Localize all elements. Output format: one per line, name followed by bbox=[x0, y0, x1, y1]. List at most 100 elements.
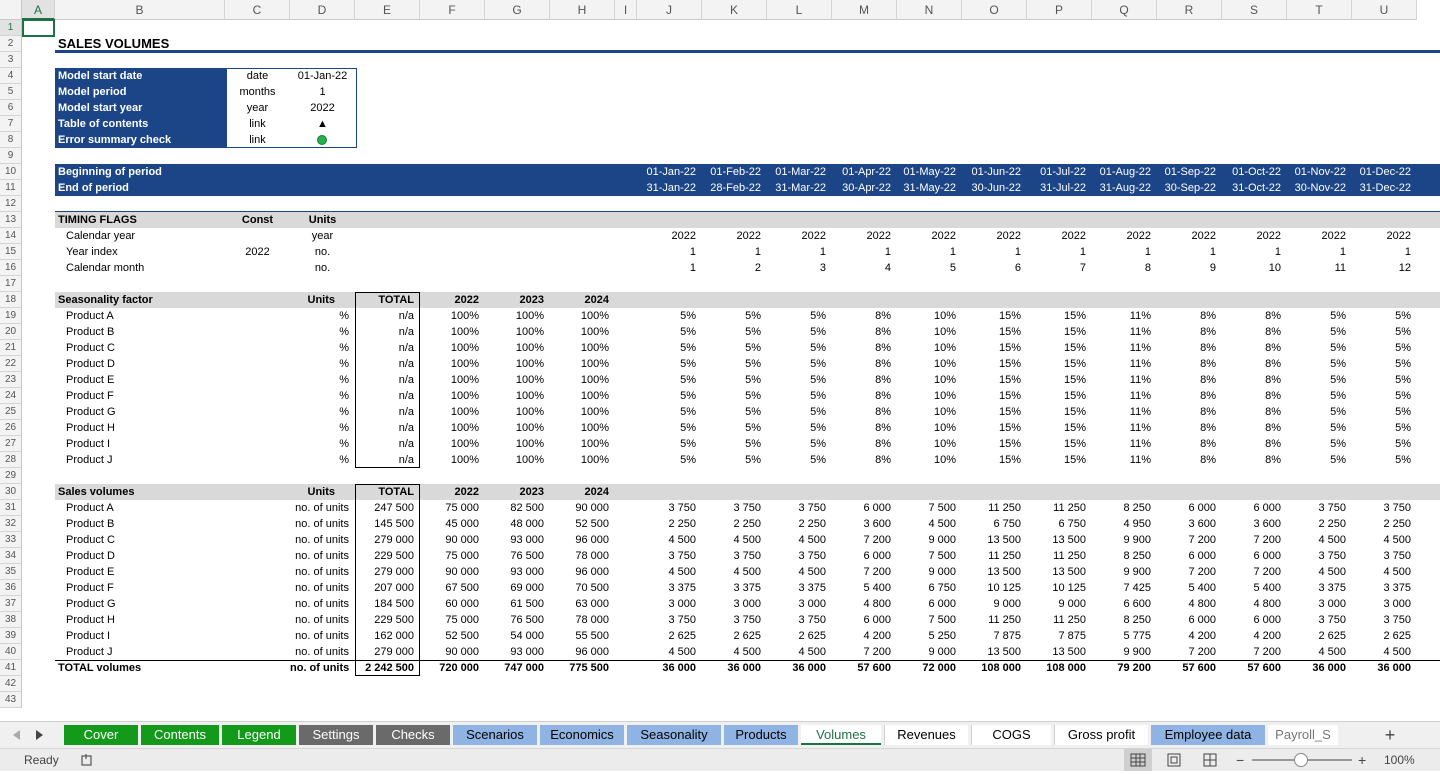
volumes-month-value[interactable]: 4 800 bbox=[832, 596, 897, 612]
volumes-month-value[interactable]: 7 200 bbox=[1157, 532, 1222, 548]
volumes-row-unit[interactable]: no. of units bbox=[290, 628, 355, 644]
volumes-month-value[interactable]: 9 900 bbox=[1092, 564, 1157, 580]
row-header[interactable]: 18 bbox=[0, 292, 22, 308]
seasonality-month-value[interactable]: 8% bbox=[1157, 420, 1222, 436]
volumes-month-value[interactable]: 7 500 bbox=[897, 500, 962, 516]
seasonality-month-value[interactable]: 15% bbox=[962, 340, 1027, 356]
volumes-month-value[interactable]: 6 000 bbox=[1222, 548, 1287, 564]
seasonality-row-label[interactable]: Product F bbox=[55, 388, 225, 404]
volumes-month-value[interactable]: 4 500 bbox=[702, 532, 767, 548]
volumes-header[interactable]: Sales volumes bbox=[55, 484, 225, 500]
seasonality-month-value[interactable]: 8% bbox=[1157, 356, 1222, 372]
volumes-month-value[interactable]: 2 250 bbox=[1352, 516, 1417, 532]
timing-value[interactable]: 1 bbox=[1092, 244, 1157, 260]
volumes-month-value[interactable]: 13 500 bbox=[1027, 564, 1092, 580]
seasonality-row-label[interactable]: Product A bbox=[55, 308, 225, 324]
volumes-month-value[interactable]: 7 500 bbox=[897, 612, 962, 628]
column-header[interactable]: T bbox=[1287, 0, 1352, 20]
volumes-year-value[interactable]: 93 000 bbox=[485, 532, 550, 548]
sheet-tab-payroll-s[interactable]: Payroll_S bbox=[1268, 725, 1338, 745]
seasonality-month-value[interactable]: 5% bbox=[767, 420, 832, 436]
volumes-units-header[interactable]: Units bbox=[290, 484, 355, 500]
row-header[interactable]: 16 bbox=[0, 260, 22, 276]
volumes-totals-month[interactable]: 36 000 bbox=[1352, 660, 1417, 676]
volumes-row-unit[interactable]: no. of units bbox=[290, 564, 355, 580]
seasonality-year-header[interactable]: 2024 bbox=[550, 292, 615, 308]
volumes-year-value[interactable]: 82 500 bbox=[485, 500, 550, 516]
volumes-month-value[interactable]: 4 500 bbox=[897, 516, 962, 532]
volumes-row-unit[interactable]: no. of units bbox=[290, 580, 355, 596]
column-header[interactable]: D bbox=[290, 0, 355, 20]
seasonality-month-value[interactable]: 5% bbox=[767, 436, 832, 452]
timing-value[interactable]: 3 bbox=[767, 260, 832, 276]
scroll-tabs-left-icon[interactable] bbox=[10, 727, 22, 743]
timing-value[interactable]: 11 bbox=[1287, 260, 1352, 276]
volumes-year-value[interactable]: 69 000 bbox=[485, 580, 550, 596]
volumes-year-header[interactable]: 2024 bbox=[550, 484, 615, 500]
seasonality-year-value[interactable]: 100% bbox=[420, 404, 485, 420]
volumes-month-value[interactable]: 6 000 bbox=[1222, 500, 1287, 516]
info-unit[interactable]: link bbox=[225, 132, 290, 148]
column-header[interactable]: R bbox=[1157, 0, 1222, 20]
volumes-year-value[interactable]: 60 000 bbox=[420, 596, 485, 612]
period-end-date[interactable]: 31-Aug-22 bbox=[1092, 180, 1157, 196]
volumes-month-value[interactable]: 2 250 bbox=[637, 516, 702, 532]
row-header[interactable]: 32 bbox=[0, 516, 22, 532]
column-header[interactable]: L bbox=[767, 0, 832, 20]
seasonality-year-value[interactable]: 100% bbox=[420, 308, 485, 324]
timing-value[interactable]: 8 bbox=[1092, 260, 1157, 276]
sheet-tab-legend[interactable]: Legend bbox=[222, 725, 296, 745]
timing-row-label[interactable]: Calendar month bbox=[55, 260, 225, 276]
seasonality-month-value[interactable]: 10% bbox=[897, 404, 962, 420]
volumes-row-label[interactable]: Product F bbox=[55, 580, 225, 596]
volumes-totals-month[interactable]: 36 000 bbox=[702, 660, 767, 676]
seasonality-month-value[interactable]: 5% bbox=[637, 436, 702, 452]
seasonality-year-value[interactable]: 100% bbox=[485, 436, 550, 452]
volumes-row-total[interactable]: 279 000 bbox=[355, 532, 420, 548]
volumes-year-value[interactable]: 96 000 bbox=[550, 564, 615, 580]
volumes-month-value[interactable]: 6 000 bbox=[1157, 548, 1222, 564]
volumes-month-value[interactable]: 4 500 bbox=[767, 564, 832, 580]
volumes-month-value[interactable]: 13 500 bbox=[1027, 532, 1092, 548]
seasonality-month-value[interactable]: 5% bbox=[1287, 356, 1352, 372]
seasonality-year-value[interactable]: 100% bbox=[485, 372, 550, 388]
period-begin-date[interactable]: 01-Mar-22 bbox=[767, 164, 832, 180]
volumes-month-value[interactable]: 7 875 bbox=[962, 628, 1027, 644]
info-label[interactable]: Model start date bbox=[55, 68, 227, 84]
timing-value[interactable]: 1 bbox=[767, 244, 832, 260]
seasonality-month-value[interactable]: 8% bbox=[1157, 404, 1222, 420]
seasonality-month-value[interactable]: 15% bbox=[962, 420, 1027, 436]
row-header[interactable]: 34 bbox=[0, 548, 22, 564]
timing-value[interactable]: 2022 bbox=[702, 228, 767, 244]
spreadsheet-grid[interactable]: A B C D E F G H I J K L M N O P Q R S T U 1 2 3 4 5 6 7 8 9 10 11 12 13 14… bbox=[0, 0, 1440, 721]
seasonality-row-total[interactable]: n/a bbox=[355, 340, 420, 356]
timing-value[interactable]: 6 bbox=[962, 260, 1027, 276]
volumes-month-value[interactable]: 3 000 bbox=[1352, 596, 1417, 612]
volumes-month-value[interactable]: 9 000 bbox=[897, 564, 962, 580]
volumes-month-value[interactable]: 6 600 bbox=[1092, 596, 1157, 612]
timing-value[interactable]: 4 bbox=[832, 260, 897, 276]
period-end-date[interactable]: 30-Apr-22 bbox=[832, 180, 897, 196]
timing-value[interactable]: 2022 bbox=[1222, 228, 1287, 244]
seasonality-row-total[interactable]: n/a bbox=[355, 452, 420, 468]
select-all-corner[interactable] bbox=[0, 0, 22, 20]
volumes-row-total[interactable]: 207 000 bbox=[355, 580, 420, 596]
info-unit[interactable]: months bbox=[225, 84, 290, 100]
volumes-year-value[interactable]: 75 000 bbox=[420, 548, 485, 564]
seasonality-month-value[interactable]: 8% bbox=[1222, 404, 1287, 420]
volumes-month-value[interactable]: 6 000 bbox=[832, 612, 897, 628]
seasonality-row-unit[interactable]: % bbox=[290, 308, 355, 324]
seasonality-month-value[interactable]: 5% bbox=[702, 452, 767, 468]
seasonality-year-value[interactable]: 100% bbox=[420, 388, 485, 404]
volumes-month-value[interactable]: 3 375 bbox=[702, 580, 767, 596]
volumes-month-value[interactable]: 4 500 bbox=[1287, 532, 1352, 548]
row-header[interactable]: 6 bbox=[0, 100, 22, 116]
volumes-year-value[interactable]: 54 000 bbox=[485, 628, 550, 644]
seasonality-year-value[interactable]: 100% bbox=[420, 452, 485, 468]
seasonality-month-value[interactable]: 5% bbox=[1352, 452, 1417, 468]
volumes-row-total[interactable]: 247 500 bbox=[355, 500, 420, 516]
timing-value[interactable]: 7 bbox=[1027, 260, 1092, 276]
period-end-date[interactable]: 30-Nov-22 bbox=[1287, 180, 1352, 196]
seasonality-row-total[interactable]: n/a bbox=[355, 388, 420, 404]
volumes-year-value[interactable]: 55 500 bbox=[550, 628, 615, 644]
